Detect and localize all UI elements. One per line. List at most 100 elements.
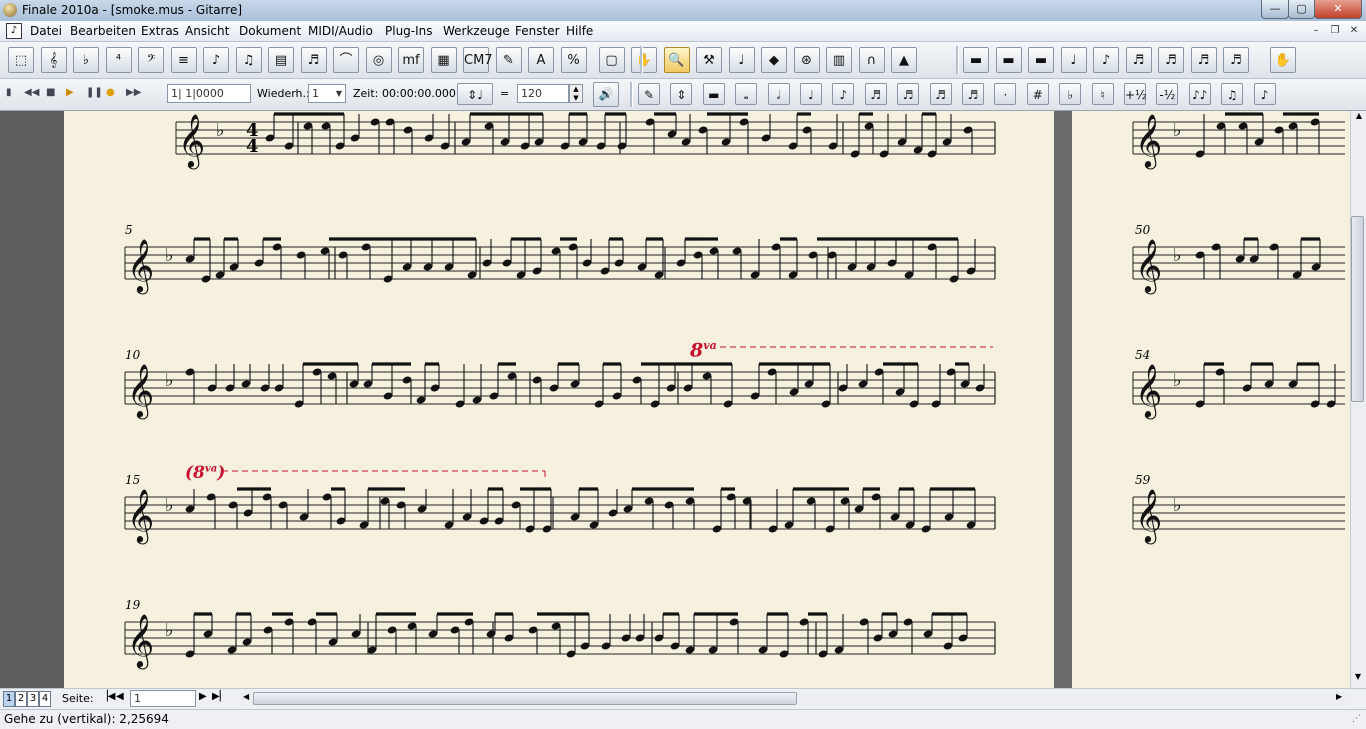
smart-shape-button-9[interactable]: ♬ — [1223, 47, 1249, 73]
tool-button-23[interactable]: ♩ — [728, 47, 755, 73]
page-button-4[interactable]: 4 — [39, 691, 51, 707]
tool-button-9[interactable]: ▤ — [268, 47, 294, 73]
mdi-minimize-icon[interactable]: – — [1308, 24, 1324, 38]
page-button-3[interactable]: 3 — [27, 691, 39, 707]
entry-palette-button-14[interactable]: ♭ — [1059, 83, 1082, 105]
smart-shape-button-3[interactable]: ▬ — [1028, 47, 1054, 73]
tool-button-5[interactable]: 𝄢 — [138, 47, 164, 73]
tool-button-19[interactable]: ▢ — [598, 47, 625, 73]
stop-icon[interactable]: ■ — [46, 87, 55, 98]
finale-app-icon[interactable] — [3, 3, 17, 17]
smart-shape-button-4[interactable]: ♩ — [1060, 47, 1087, 73]
tool-button-15[interactable]: CM7 — [463, 47, 493, 73]
tool-button-16[interactable]: ✎ — [495, 47, 522, 73]
play-icon[interactable]: ▶ — [66, 87, 74, 98]
mdi-restore-icon[interactable]: ❐ — [1327, 24, 1343, 38]
entry-palette-button-9[interactable]: ♬ — [897, 83, 920, 105]
record-icon[interactable]: ● — [106, 87, 115, 98]
menu-fenster[interactable]: Fenster — [515, 24, 560, 38]
rewind-icon[interactable]: ◀◀ — [24, 87, 39, 98]
document-icon[interactable]: ♪ — [6, 23, 22, 39]
entry-palette-button-6[interactable]: ♩ — [800, 83, 822, 105]
entry-palette-button-4[interactable]: 𝅝 — [735, 83, 758, 105]
entry-palette-button-13[interactable]: # — [1026, 83, 1049, 105]
entry-palette-button-19[interactable]: ♫ — [1221, 83, 1244, 105]
score-document-area[interactable]: 𝄞 ♭ 𝄞 ♭ 𝄞 ♭ 𝄞 ♭ 𝄞 ♭ 𝄞 ♭ 𝄞 ♭ 𝄞 ♭ 𝄞 ♭ 5 10 15 19 50 54 59 8… — [0, 111, 1366, 688]
tempo-spinner[interactable]: ▲ ▼ — [569, 84, 583, 103]
entry-palette-button-8[interactable]: ♬ — [864, 83, 887, 105]
tool-button-3[interactable]: ♭ — [73, 47, 99, 73]
repeat-select[interactable]: 1 ▼ — [308, 84, 346, 103]
tool-button-12[interactable]: ◎ — [365, 47, 392, 73]
smart-shape-button-5[interactable]: ♪ — [1093, 47, 1119, 73]
tempo-input[interactable]: 120 — [517, 84, 569, 103]
smart-shape-button-2[interactable]: ▬ — [995, 47, 1022, 73]
tool-button-1[interactable]: ⬚ — [8, 47, 34, 73]
mdi-close-icon[interactable]: ✕ — [1346, 24, 1362, 38]
tool-button-25[interactable]: ⊛ — [793, 47, 820, 73]
tool-button-8[interactable]: ♫ — [235, 47, 262, 73]
entry-palette-button-1[interactable]: ✎ — [638, 83, 660, 105]
next-page-icon[interactable]: ▶ — [199, 691, 207, 702]
first-page-icon[interactable]: ▕◀ — [100, 691, 115, 702]
menu-midi-audio[interactable]: MIDI/Audio — [308, 24, 373, 38]
resize-grip-icon[interactable]: ⋰ — [1352, 714, 1361, 724]
smart-shape-button-8[interactable]: ♬ — [1190, 47, 1217, 73]
smart-shape-button-10[interactable]: ✋ — [1270, 47, 1296, 73]
entry-palette-button-12[interactable]: · — [994, 83, 1017, 105]
tool-button-27[interactable]: ∩ — [858, 47, 885, 73]
vertical-scroll-thumb[interactable] — [1351, 216, 1364, 402]
tool-button-2[interactable]: 𝄞 — [40, 47, 67, 73]
page-button-1[interactable]: 1 — [3, 691, 15, 707]
smart-shape-button-1[interactable]: ▬ — [963, 47, 989, 73]
horizontal-scroll-thumb[interactable] — [253, 692, 797, 705]
tool-button-13[interactable]: mf — [398, 47, 424, 73]
maximize-button[interactable]: ▢ — [1288, 0, 1315, 19]
menu-extras[interactable]: Extras — [141, 24, 179, 38]
smart-shape-button-7[interactable]: ♬ — [1158, 47, 1184, 73]
grip-icon[interactable]: ▮ — [6, 87, 12, 98]
fast-forward-icon[interactable]: ▶▶ — [126, 87, 141, 98]
page-number-input[interactable]: 1 — [130, 690, 196, 707]
pause-icon[interactable]: ❚❚ — [86, 87, 103, 98]
tool-button-4[interactable]: ⁴ — [105, 47, 132, 73]
minimize-button[interactable]: — — [1261, 0, 1289, 19]
tool-button-21[interactable]: 🔍 — [663, 47, 690, 73]
scroll-right-icon[interactable]: ▶ — [1336, 692, 1342, 701]
tool-button-17[interactable]: A — [528, 47, 554, 73]
scroll-left-icon[interactable]: ◀ — [243, 692, 249, 701]
tool-button-20[interactable]: ✋ — [631, 47, 657, 73]
ottava-mark[interactable]: 8va — [690, 339, 717, 361]
menu-datei[interactable]: Datei — [30, 24, 62, 38]
menu-plug-ins[interactable]: Plug-Ins — [385, 24, 433, 38]
entry-palette-button-15[interactable]: ♮ — [1091, 83, 1114, 105]
prev-page-icon[interactable]: ◀ — [116, 691, 124, 702]
entry-palette-button-20[interactable]: ♪ — [1253, 83, 1276, 105]
speaker-icon[interactable]: 🔊 — [593, 82, 619, 107]
entry-palette-button-11[interactable]: ♬ — [962, 83, 984, 105]
tool-button-14[interactable]: ▦ — [430, 47, 457, 73]
entry-palette-button-17[interactable]: -½ — [1156, 83, 1179, 105]
tool-button-26[interactable]: ▥ — [826, 47, 852, 73]
tool-button-28[interactable]: ▲ — [891, 47, 917, 73]
smart-shape-button-6[interactable]: ♬ — [1125, 47, 1152, 73]
entry-palette-button-10[interactable]: ♬ — [929, 83, 952, 105]
tool-button-7[interactable]: ♪ — [203, 47, 229, 73]
tool-button-6[interactable]: ≡ — [170, 47, 197, 73]
menu-werkzeuge[interactable]: Werkzeuge — [443, 24, 510, 38]
last-page-icon[interactable]: ▶▏ — [212, 691, 227, 702]
tool-button-11[interactable]: ⌒ — [333, 47, 359, 73]
entry-palette-button-3[interactable]: ▬ — [702, 83, 725, 105]
entry-palette-button-16[interactable]: +½ — [1124, 83, 1147, 105]
tempo-note-button[interactable]: ⇕♩ — [457, 83, 493, 105]
tool-button-24[interactable]: ◆ — [761, 47, 787, 73]
close-button[interactable]: ✕ — [1314, 0, 1362, 19]
entry-palette-button-2[interactable]: ⇕ — [670, 83, 693, 105]
menu-dokument[interactable]: Dokument — [239, 24, 301, 38]
page-button-2[interactable]: 2 — [15, 691, 27, 707]
tool-button-18[interactable]: % — [560, 47, 587, 73]
tool-button-22[interactable]: ⚒ — [696, 47, 722, 73]
entry-palette-button-5[interactable]: 𝅗𝅥 — [767, 83, 790, 105]
ottava-mark-continued[interactable]: (8va) — [185, 463, 225, 483]
tool-button-10[interactable]: ♬ — [300, 47, 327, 73]
